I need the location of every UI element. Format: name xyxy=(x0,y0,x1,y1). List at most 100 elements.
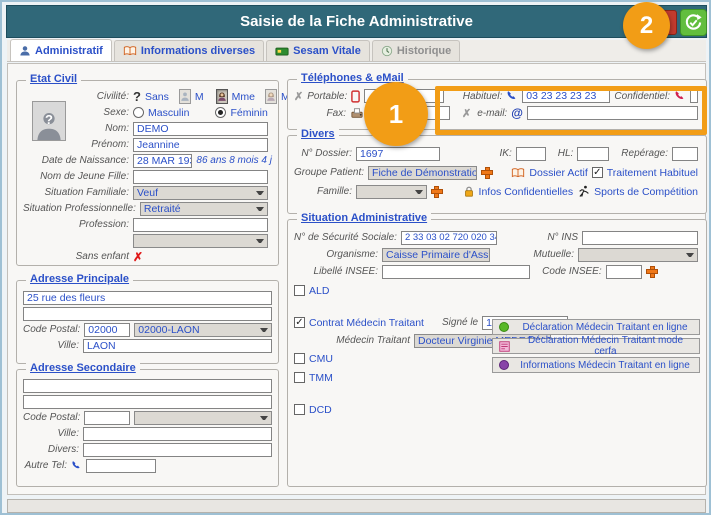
autre-tel-label: Autre Tel: xyxy=(23,460,67,471)
clear-email-icon[interactable]: ✗ xyxy=(462,107,471,120)
secu-label: N° de Sécurité Sociale: xyxy=(294,232,397,243)
mutuelle-label: Mutuelle: xyxy=(494,249,574,260)
infos-confidentielles-link[interactable]: Infos Confidentielles xyxy=(479,186,574,198)
nom-jeune-fille-input[interactable] xyxy=(133,170,268,184)
groupe-patient-select[interactable]: Fiche de Démonstration xyxy=(368,166,477,180)
autre-tel-input[interactable] xyxy=(86,459,156,473)
ins-label: N° INS xyxy=(501,232,578,243)
tab-administratif[interactable]: Administratif xyxy=(10,39,112,61)
situation-familiale-select[interactable]: Veuf xyxy=(133,186,268,200)
adresse1-code-postal-input[interactable]: 02000 xyxy=(84,323,130,337)
sexe-feminin-radio[interactable] xyxy=(215,107,226,118)
reperage-input[interactable] xyxy=(672,147,698,161)
email-label: e-mail: xyxy=(475,108,507,119)
adresse2-code-postal-input[interactable] xyxy=(84,411,130,425)
tab-historique[interactable]: Historique xyxy=(372,40,460,61)
civilite-mlle-button[interactable] xyxy=(265,89,277,104)
libelle-insee-label: Libellé INSEE: xyxy=(294,266,378,277)
validate-button[interactable] xyxy=(680,9,707,36)
group-title: Divers xyxy=(297,128,339,140)
dcd-checkbox[interactable] xyxy=(294,404,305,415)
sports-competition-link[interactable]: Sports de Compétition xyxy=(594,186,698,198)
dossier-actif-link[interactable]: Dossier Actif xyxy=(529,167,587,179)
secu-input[interactable]: 2 33 03 02 720 020 34 xyxy=(401,231,497,245)
at-icon: @ xyxy=(511,106,523,120)
declaration-en-ligne-button[interactable]: Déclaration Médecin Traitant en ligne xyxy=(492,319,700,335)
adresse2-commune-select[interactable] xyxy=(134,411,272,425)
patient-photo[interactable]: ? xyxy=(32,101,66,141)
sans-enfant-cross-icon[interactable]: ✗ xyxy=(133,250,143,264)
ik-input[interactable] xyxy=(516,147,546,161)
date-naissance-input[interactable]: 28 MAR 1933 xyxy=(133,154,192,168)
adresse1-ligne2-input[interactable] xyxy=(23,307,272,321)
group-title: Adresse Principale xyxy=(26,273,133,285)
portable-label: Portable: xyxy=(307,91,347,102)
tab-label: Informations diverses xyxy=(141,45,255,57)
dossier-input[interactable]: 1697 xyxy=(356,147,440,161)
date-naissance-label: Date de Naissance: xyxy=(23,155,129,166)
add-famille-icon[interactable] xyxy=(431,186,443,198)
tab-sesam-vitale[interactable]: Sesam Vitale xyxy=(266,40,370,61)
sexe-masculin-radio[interactable] xyxy=(133,107,144,118)
adresse1-ligne1-input[interactable]: 25 rue des fleurs xyxy=(23,291,272,305)
tab-bar: Administratif Informations diverses Sesa… xyxy=(7,40,706,62)
email-input[interactable] xyxy=(527,106,698,120)
portable-input[interactable] xyxy=(364,89,444,103)
phone-icon xyxy=(71,460,82,471)
mutuelle-select[interactable] xyxy=(578,248,698,262)
habituel-label: Habituel: xyxy=(456,91,502,102)
adresse2-ligne1-input[interactable] xyxy=(23,379,272,393)
sexe-masculin-label: Masculin xyxy=(148,107,189,119)
confidentiel-input[interactable] xyxy=(690,89,698,103)
adresse2-ville-input[interactable] xyxy=(83,427,272,441)
situation-professionnelle-select[interactable]: Retraité xyxy=(140,202,268,216)
close-button[interactable] xyxy=(657,10,677,35)
tmm-checkbox[interactable] xyxy=(294,372,305,383)
civilite-sans-option[interactable]: Sans xyxy=(145,91,169,103)
ins-input[interactable] xyxy=(582,231,698,245)
nom-jeune-fille-label: Nom de Jeune Fille: xyxy=(23,171,129,182)
add-groupe-icon[interactable] xyxy=(481,167,493,179)
profession-input[interactable] xyxy=(133,218,268,232)
organisme-select[interactable]: Caisse Primaire d'Assur xyxy=(382,248,490,262)
civilite-mme-button[interactable] xyxy=(216,89,228,104)
famille-select[interactable] xyxy=(356,185,427,199)
adresse2-divers-input[interactable] xyxy=(83,443,272,457)
adresse1-ville-input[interactable]: LAON xyxy=(83,339,272,353)
check-icon: ✓ xyxy=(593,168,601,178)
cmu-label: CMU xyxy=(309,353,333,365)
profession-label: Profession: xyxy=(23,219,129,230)
contrat-medecin-checkbox[interactable]: ✓ xyxy=(294,317,305,328)
clear-portable-icon[interactable]: ✗ xyxy=(294,90,303,103)
profession-category-select[interactable] xyxy=(133,234,268,248)
nom-input[interactable]: DEMO xyxy=(133,122,268,136)
application-window: Saisie de la Fiche Administrative Admini… xyxy=(0,0,711,515)
civilite-mme-option[interactable]: Mme xyxy=(232,91,255,103)
habituel-input[interactable]: 03 23 23 23 23 xyxy=(522,89,610,103)
signe-le-label: Signé le xyxy=(442,317,478,328)
hl-input[interactable] xyxy=(577,147,609,161)
organisme-label: Organisme: xyxy=(294,249,378,260)
prenom-input[interactable]: Jeannine xyxy=(133,138,268,152)
groupe-patient-label: Groupe Patient: xyxy=(294,167,364,178)
fax-input[interactable] xyxy=(368,106,450,120)
woman-icon xyxy=(217,91,227,102)
tab-informations-diverses[interactable]: Informations diverses xyxy=(114,40,264,61)
code-insee-input[interactable] xyxy=(606,265,642,279)
add-insee-icon[interactable] xyxy=(646,266,658,278)
ald-checkbox[interactable] xyxy=(294,285,305,296)
sexe-feminin-label: Féminin xyxy=(230,107,267,119)
declaration-cerfa-button[interactable]: Déclaration Médecin Traitant mode cerfa xyxy=(492,338,700,354)
cmu-checkbox[interactable] xyxy=(294,353,305,364)
adresse1-commune-select[interactable]: 02000-LAON xyxy=(134,323,272,337)
tab-label: Sesam Vitale xyxy=(293,45,361,57)
traitement-habituel-checkbox[interactable]: ✓ xyxy=(592,167,603,178)
situation-professionnelle-label: Situation Professionnelle: xyxy=(23,203,136,214)
adresse2-ligne2-input[interactable] xyxy=(23,395,272,409)
man-icon xyxy=(180,91,190,102)
sans-enfant-label: Sans enfant xyxy=(23,251,129,262)
libelle-insee-input[interactable] xyxy=(382,265,530,279)
informations-en-ligne-button[interactable]: Informations Médecin Traitant en ligne xyxy=(492,357,700,373)
civilite-m-button[interactable] xyxy=(179,89,191,104)
civilite-m-option[interactable]: M xyxy=(195,91,204,103)
